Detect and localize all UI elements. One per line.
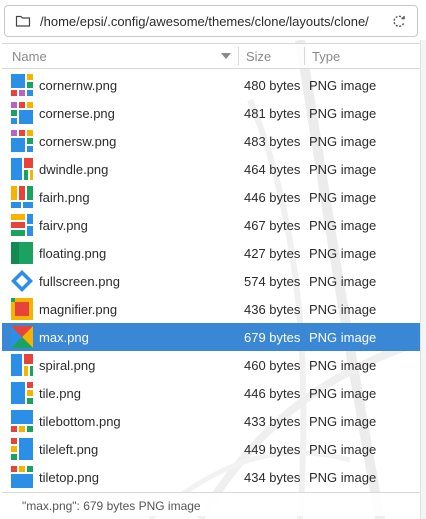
file-size: 464 bytes bbox=[244, 162, 301, 177]
file-size: 467 bytes bbox=[244, 218, 301, 233]
file-type: PNG image bbox=[309, 386, 377, 401]
file-name: dwindle.png bbox=[39, 162, 109, 177]
dwindle-layout-icon bbox=[11, 158, 33, 180]
file-row[interactable]: tile.png 446 bytes PNG image bbox=[2, 379, 420, 407]
file-row[interactable]: dwindle.png 464 bytes PNG image bbox=[2, 155, 420, 183]
column-separator[interactable] bbox=[238, 47, 239, 65]
column-header: Name Size Type bbox=[2, 43, 420, 69]
file-name: cornernw.png bbox=[39, 78, 118, 93]
tile-layout-icon bbox=[11, 382, 33, 404]
file-size: 433 bytes bbox=[244, 414, 301, 429]
column-type-header[interactable]: Type bbox=[312, 49, 340, 64]
file-row[interactable]: tilebottom.png 433 bytes PNG image bbox=[2, 407, 420, 435]
file-row[interactable]: cornersw.png 483 bytes PNG image bbox=[2, 127, 420, 155]
file-size: 480 bytes bbox=[244, 78, 301, 93]
spiral-layout-icon bbox=[11, 354, 33, 376]
file-row[interactable]: cornernw.png 480 bytes PNG image bbox=[2, 71, 420, 99]
fairv-layout-icon bbox=[11, 214, 33, 236]
file-name: magnifier.png bbox=[39, 302, 118, 317]
location-path[interactable]: /home/epsi/.config/awesome/themes/clone/… bbox=[40, 14, 391, 29]
fairh-layout-icon bbox=[11, 186, 33, 208]
tiletop-layout-icon bbox=[11, 466, 33, 488]
file-name: floating.png bbox=[39, 246, 107, 261]
file-row[interactable]: fullscreen.png 574 bytes PNG image bbox=[2, 267, 420, 295]
sort-descending-icon[interactable] bbox=[221, 52, 231, 60]
file-size: 446 bytes bbox=[244, 190, 301, 205]
file-row[interactable]: fairh.png 446 bytes PNG image bbox=[2, 183, 420, 211]
file-row[interactable]: fairv.png 467 bytes PNG image bbox=[2, 211, 420, 239]
magnifier-layout-icon bbox=[11, 298, 33, 320]
column-name-header[interactable]: Name bbox=[12, 49, 47, 64]
file-type: PNG image bbox=[309, 330, 377, 345]
file-size: 427 bytes bbox=[244, 246, 301, 261]
file-type: PNG image bbox=[309, 190, 377, 205]
file-name: tiletop.png bbox=[39, 470, 99, 485]
file-size: 446 bytes bbox=[244, 386, 301, 401]
file-row[interactable]: magnifier.png 436 bytes PNG image bbox=[2, 295, 420, 323]
file-size: 434 bytes bbox=[244, 470, 301, 485]
file-row[interactable]: floating.png 427 bytes PNG image bbox=[2, 239, 420, 267]
file-type: PNG image bbox=[309, 442, 377, 457]
fullscreen-layout-icon bbox=[11, 270, 33, 292]
file-type: PNG image bbox=[309, 246, 377, 261]
status-bar: "max.png": 679 bytes PNG image bbox=[2, 492, 420, 516]
file-name: max.png bbox=[39, 330, 89, 345]
file-name: tile.png bbox=[39, 386, 81, 401]
file-size: 449 bytes bbox=[244, 442, 301, 457]
file-manager-window: /home/epsi/.config/awesome/themes/clone/… bbox=[0, 0, 426, 519]
file-name: cornersw.png bbox=[39, 134, 117, 149]
floating-layout-icon bbox=[11, 242, 33, 264]
cornersw-layout-icon bbox=[11, 130, 33, 152]
reload-icon[interactable] bbox=[391, 13, 407, 29]
file-type: PNG image bbox=[309, 134, 377, 149]
file-row[interactable]: cornerse.png 481 bytes PNG image bbox=[2, 99, 420, 127]
max-layout-icon bbox=[11, 326, 33, 348]
scrollbar-track[interactable] bbox=[420, 40, 426, 519]
folder-icon bbox=[15, 15, 31, 27]
tileleft-layout-icon bbox=[11, 438, 33, 460]
location-bar[interactable]: /home/epsi/.config/awesome/themes/clone/… bbox=[4, 5, 418, 37]
file-type: PNG image bbox=[309, 162, 377, 177]
status-text: "max.png": 679 bytes PNG image bbox=[22, 499, 201, 513]
column-separator[interactable] bbox=[304, 47, 305, 65]
file-row[interactable]: spiral.png 460 bytes PNG image bbox=[2, 351, 420, 379]
file-name: fairh.png bbox=[39, 190, 90, 205]
file-row[interactable]: tiletop.png 434 bytes PNG image bbox=[2, 463, 420, 491]
file-type: PNG image bbox=[309, 218, 377, 233]
file-name: fullscreen.png bbox=[39, 274, 120, 289]
file-size: 436 bytes bbox=[244, 302, 301, 317]
file-name: tilebottom.png bbox=[39, 414, 121, 429]
file-type: PNG image bbox=[309, 106, 377, 121]
file-type: PNG image bbox=[309, 470, 377, 485]
tilebottom-layout-icon bbox=[11, 410, 33, 432]
column-size-header[interactable]: Size bbox=[246, 49, 271, 64]
file-name: fairv.png bbox=[39, 218, 88, 233]
file-size: 481 bytes bbox=[244, 106, 301, 121]
file-row[interactable]: tileleft.png 449 bytes PNG image bbox=[2, 435, 420, 463]
file-list: cornernw.png 480 bytes PNG image cornerse.p… bbox=[2, 71, 420, 491]
file-type: PNG image bbox=[309, 302, 377, 317]
file-size: 483 bytes bbox=[244, 134, 301, 149]
file-type: PNG image bbox=[309, 414, 377, 429]
file-name: spiral.png bbox=[39, 358, 96, 373]
file-size: 679 bytes bbox=[244, 330, 301, 345]
cornerse-layout-icon bbox=[11, 102, 33, 124]
file-name: tileleft.png bbox=[39, 442, 99, 457]
file-size: 460 bytes bbox=[244, 358, 301, 373]
file-size: 574 bytes bbox=[244, 274, 301, 289]
file-row[interactable]: max.png 679 bytes PNG image bbox=[2, 323, 420, 351]
file-type: PNG image bbox=[309, 274, 377, 289]
file-type: PNG image bbox=[309, 358, 377, 373]
file-name: cornerse.png bbox=[39, 106, 115, 121]
cornernw-layout-icon bbox=[11, 74, 33, 96]
file-type: PNG image bbox=[309, 78, 377, 93]
